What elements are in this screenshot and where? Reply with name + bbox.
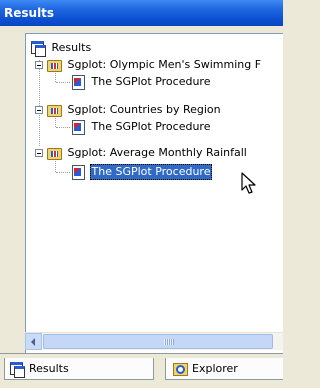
tree-node-label: Sgplot: Olympic Men's Swimming F xyxy=(67,58,262,71)
horizontal-scrollbar[interactable] xyxy=(25,332,283,350)
tree-node-sgplot-output[interactable]: The SGPlot Procedure xyxy=(70,119,212,135)
tree-root-results[interactable]: Results xyxy=(30,40,93,57)
tree-connector xyxy=(56,172,70,173)
panel-tab-bar: Results Explorer xyxy=(0,353,283,388)
procedure-folder-icon xyxy=(46,145,62,161)
tab-results[interactable]: Results xyxy=(4,358,154,380)
mouse-pointer-icon xyxy=(241,172,256,194)
tree-node-sgplot-rainfall[interactable]: Sgplot: Average Monthly Rainfall xyxy=(46,145,249,161)
tree-node-sgplot-output[interactable]: The SGPlot Procedure xyxy=(70,74,212,90)
output-icon xyxy=(70,119,86,135)
explorer-icon xyxy=(172,361,188,377)
tree-node-label: Sgplot: Average Monthly Rainfall xyxy=(67,146,247,159)
tree-connector xyxy=(56,127,70,128)
tree-node-sgplot-swimming[interactable]: Sgplot: Olympic Men's Swimming F xyxy=(46,57,263,73)
tree-connector xyxy=(56,82,70,83)
output-icon xyxy=(70,74,86,90)
procedure-folder-icon xyxy=(46,102,62,118)
tree-connector xyxy=(39,60,40,146)
scrollbar-thumb[interactable] xyxy=(43,334,273,349)
tab-explorer[interactable]: Explorer xyxy=(165,358,283,380)
tree-node-label: The SGPlot Procedure xyxy=(91,75,211,88)
scrollbar-grip-icon xyxy=(164,339,174,345)
tree-node-label: The SGPlot Procedure xyxy=(91,120,211,133)
tree-node-label: Results xyxy=(51,41,92,54)
collapse-toggle[interactable] xyxy=(35,106,43,114)
tab-label: Explorer xyxy=(192,362,238,375)
procedure-folder-icon xyxy=(46,57,62,73)
output-icon xyxy=(70,164,86,180)
tree-node-sgplot-countries[interactable]: Sgplot: Countries by Region xyxy=(46,102,223,118)
tree-node-label: The SGPlot Procedure xyxy=(89,164,213,180)
tree-node-label: Sgplot: Countries by Region xyxy=(67,103,221,116)
collapse-toggle[interactable] xyxy=(35,61,43,69)
results-panel: Results Sgplot: Olympic Men's Swimming F… xyxy=(0,26,283,388)
collapse-toggle[interactable] xyxy=(35,149,43,157)
results-window-icon xyxy=(9,361,25,378)
results-window-icon xyxy=(30,40,46,57)
tab-label: Results xyxy=(29,362,69,375)
scroll-left-button[interactable] xyxy=(25,333,42,350)
window-title: Results xyxy=(0,0,283,26)
tree-node-sgplot-output-selected[interactable]: The SGPlot Procedure xyxy=(70,164,213,180)
